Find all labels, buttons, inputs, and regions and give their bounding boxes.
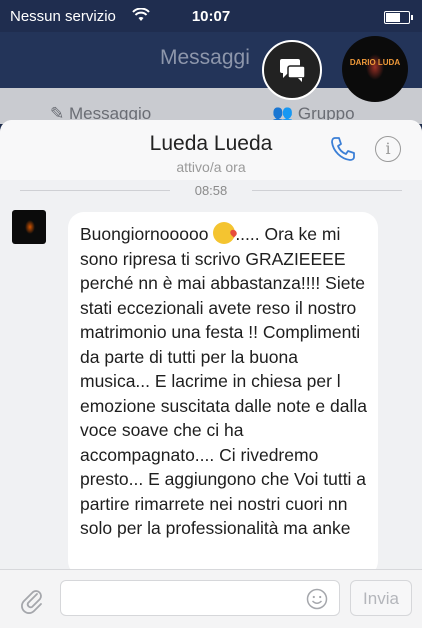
timestamp-divider: 08:58 xyxy=(0,180,422,200)
message-input[interactable] xyxy=(60,580,340,616)
emoji-icon[interactable] xyxy=(306,588,328,610)
phone-icon[interactable] xyxy=(328,134,358,164)
contact-name[interactable]: Lueda Lueda xyxy=(0,132,422,156)
status-bar: Nessun servizio 10:07 xyxy=(0,0,422,32)
avatar-glow xyxy=(25,220,35,234)
message-bubble: Buongiornooooo ..... Ora ke mi sono ripr… xyxy=(68,212,378,577)
chat-window: Lueda Lueda attivo/a ora i 08:58 Buongio… xyxy=(0,120,422,628)
message-text-rest: ..... Ora ke mi sono ripresa ti scrivo G… xyxy=(80,224,367,538)
composer-bar: Invia xyxy=(0,569,422,628)
battery-icon xyxy=(384,11,413,24)
presence-status: attivo/a ora xyxy=(176,159,246,175)
nav-title: Messaggi xyxy=(160,46,250,69)
avatar-logo: DARIO LUDA xyxy=(349,58,401,67)
message-text-start: Buongiornooooo xyxy=(80,224,214,244)
send-button[interactable]: Invia xyxy=(350,580,412,616)
divider-line xyxy=(252,190,402,191)
message-text: Buongiornooooo ..... Ora ke mi sono ripr… xyxy=(80,222,372,541)
contact-chat-head[interactable]: DARIO LUDA xyxy=(342,36,408,102)
chat-heads-button[interactable] xyxy=(262,40,322,100)
sender-avatar[interactable] xyxy=(12,210,46,244)
info-icon[interactable]: i xyxy=(375,136,401,162)
kiss-emoji-icon xyxy=(213,222,236,244)
status-clock: 10:07 xyxy=(191,8,231,25)
paperclip-icon[interactable] xyxy=(18,586,46,614)
compose-icon xyxy=(280,59,306,82)
chat-header: Lueda Lueda attivo/a ora i xyxy=(0,120,422,180)
